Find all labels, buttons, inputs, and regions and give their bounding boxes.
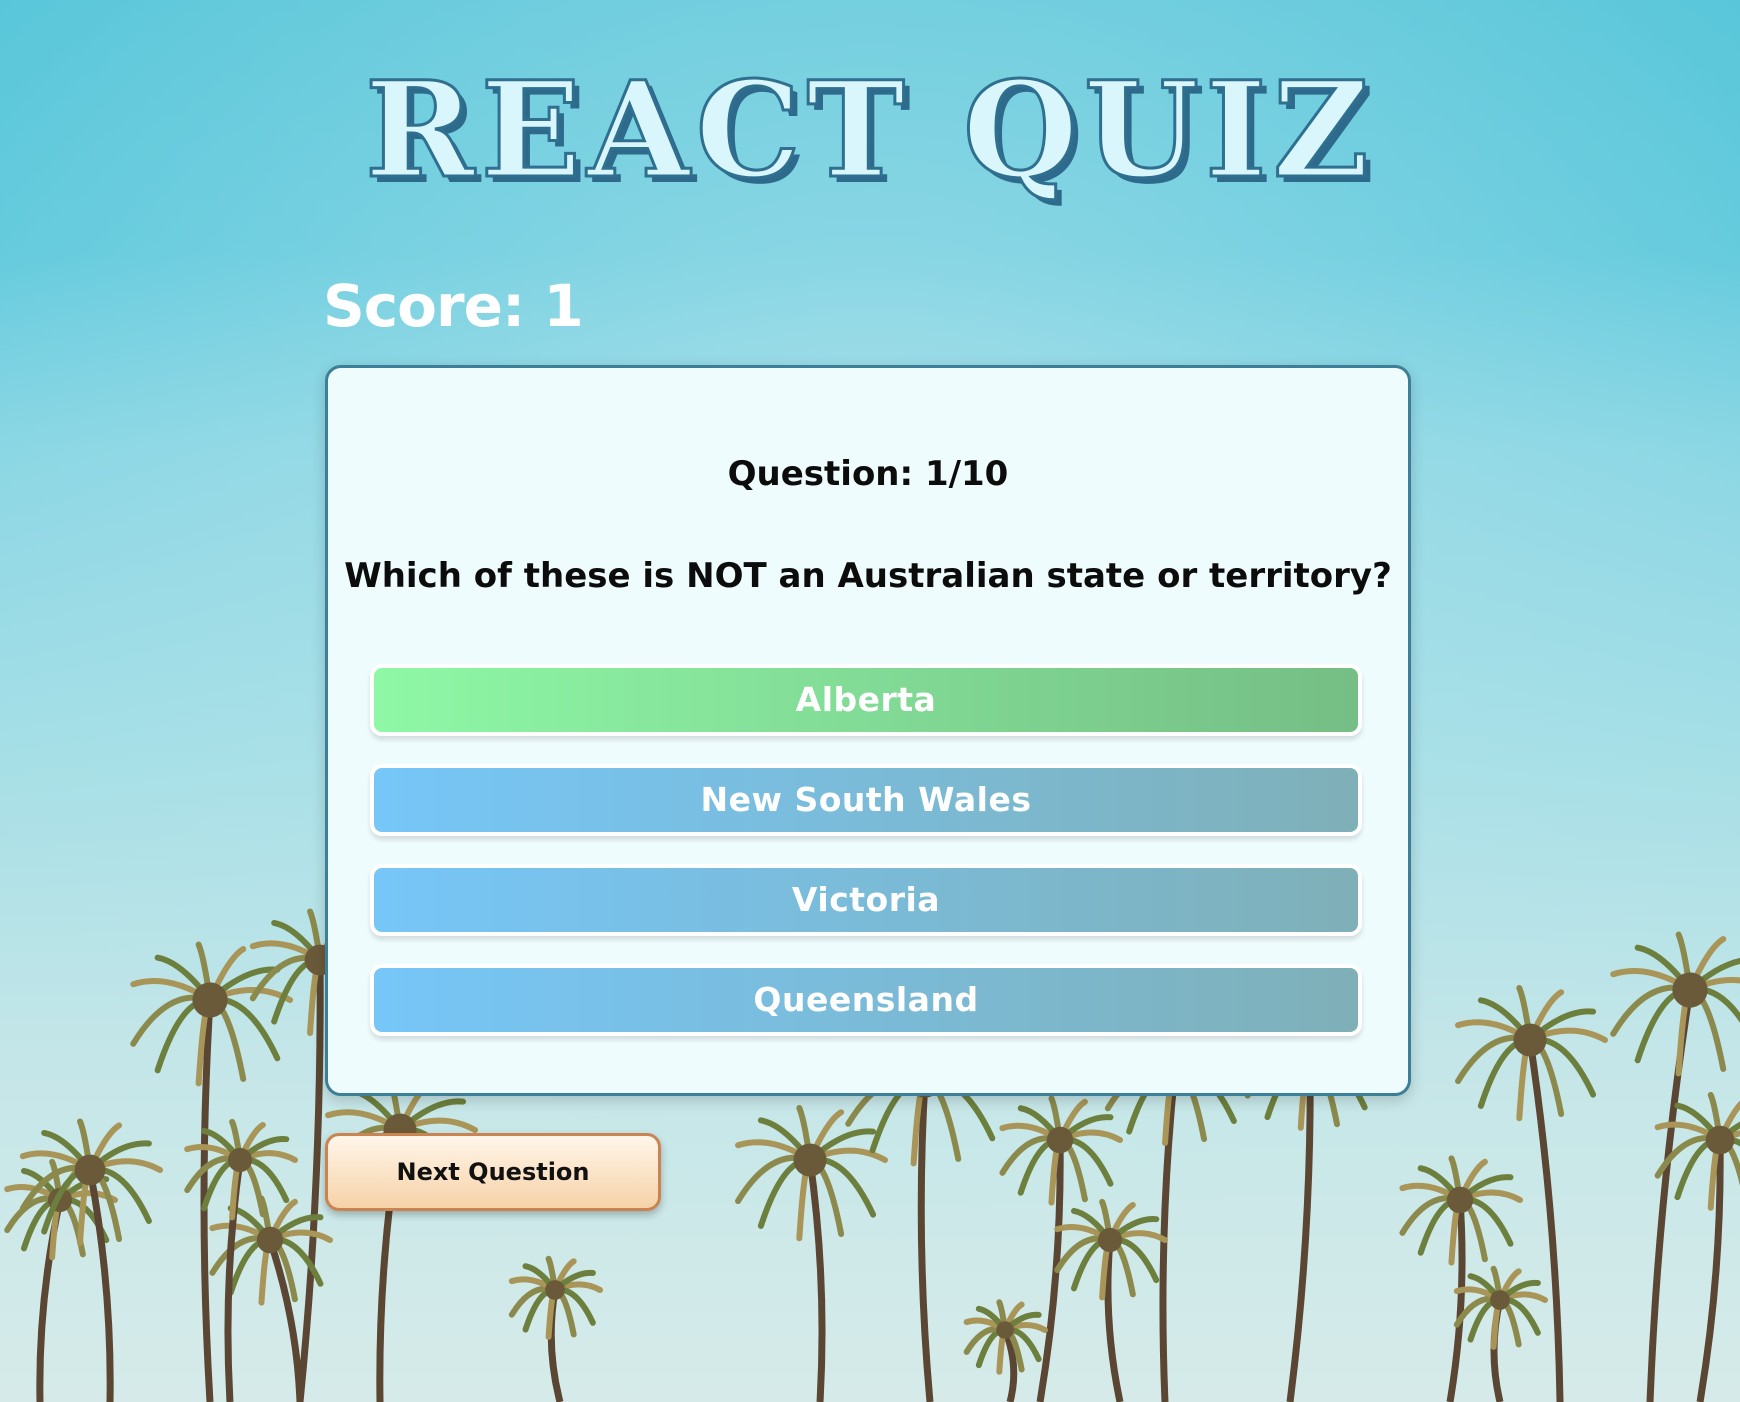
palm-crown	[256, 1226, 284, 1254]
palm-crown	[1513, 1023, 1547, 1057]
palm-crown	[192, 982, 228, 1018]
answer-button-victoria[interactable]: Victoria	[370, 864, 1362, 936]
score-display: Score: 1	[323, 272, 584, 340]
answer-list: Alberta New South Wales Victoria Queensl…	[370, 664, 1362, 1064]
quiz-card: Question: 1/10 Which of these is NOT an …	[325, 365, 1411, 1096]
palm-crown	[1490, 1290, 1510, 1310]
palm-crown	[1672, 972, 1708, 1008]
palm-crown	[545, 1280, 565, 1300]
palm-crown	[1705, 1125, 1735, 1155]
next-question-button[interactable]: Next Question	[325, 1133, 661, 1211]
palm-crown	[1446, 1186, 1474, 1214]
answer-button-queensland[interactable]: Queensland	[370, 964, 1362, 1036]
question-text: Which of these is NOT an Australian stat…	[344, 556, 1392, 596]
palm-crown	[793, 1143, 827, 1177]
app-title: REACT QUIZ	[363, 53, 1376, 208]
palm-crown	[227, 1147, 253, 1173]
palm-crown	[1046, 1126, 1074, 1154]
question-counter: Question: 1/10	[727, 454, 1009, 494]
palm-crown	[996, 1321, 1014, 1339]
palm-crown	[74, 1154, 106, 1186]
answer-button-alberta[interactable]: Alberta	[370, 664, 1362, 736]
palm-crown	[1097, 1227, 1123, 1253]
answer-button-new-south-wales[interactable]: New South Wales	[370, 764, 1362, 836]
